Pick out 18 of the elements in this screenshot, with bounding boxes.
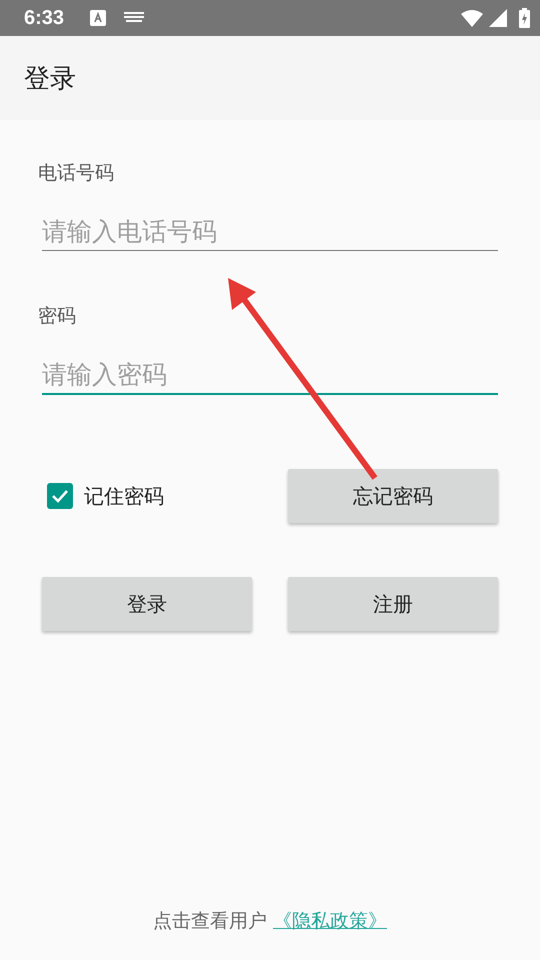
wifi-icon bbox=[461, 9, 483, 27]
checkbox-label: 记住密码 bbox=[84, 482, 164, 510]
field-label: 电话号码 bbox=[38, 161, 114, 186]
signal-icon bbox=[489, 9, 507, 27]
battery-icon bbox=[519, 8, 530, 28]
input-field[interactable]: 请输入密码 bbox=[42, 360, 498, 395]
checkbox[interactable] bbox=[47, 483, 73, 509]
keyboard-icon bbox=[124, 12, 144, 24]
check-icon bbox=[51, 489, 69, 503]
forgot-password-button[interactable]: 忘记密码 bbox=[288, 469, 498, 523]
register-button[interactable]: 注册 bbox=[288, 577, 498, 631]
footer-text: 点击查看用户 bbox=[153, 909, 267, 934]
field-label: 密码 bbox=[38, 304, 76, 329]
input-field[interactable]: 请输入电话号码 bbox=[42, 217, 498, 251]
clock: 6:33 bbox=[24, 6, 64, 30]
keyboard-language-icon bbox=[90, 10, 106, 26]
login-button[interactable]: 登录 bbox=[42, 577, 252, 631]
app-title: 登录 bbox=[24, 62, 76, 96]
